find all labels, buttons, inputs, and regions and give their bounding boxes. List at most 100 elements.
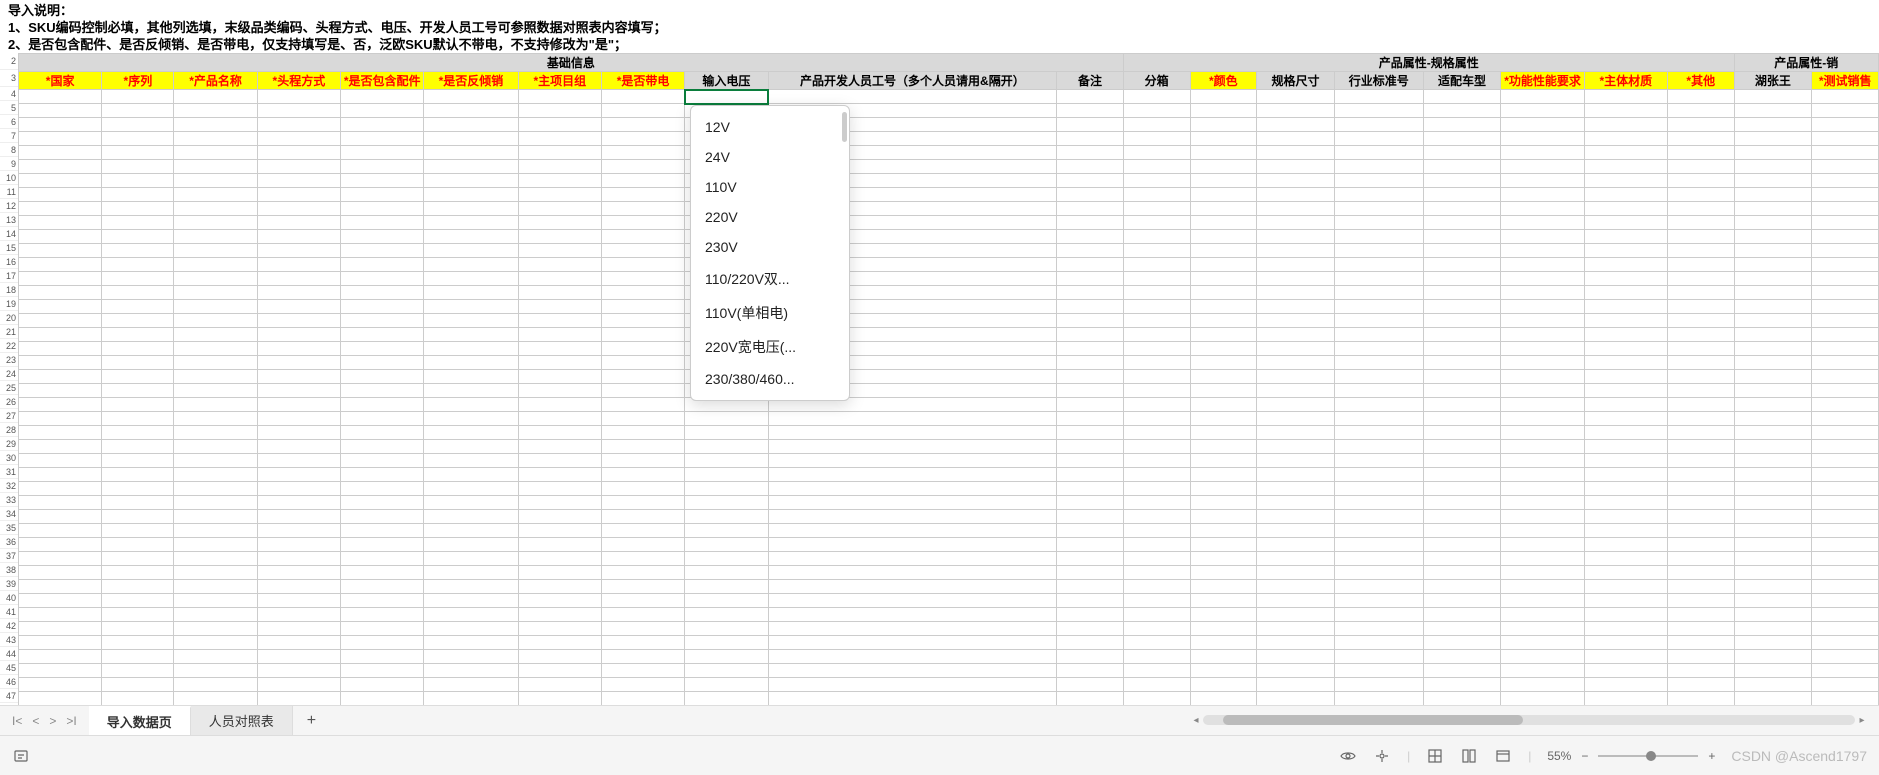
cell[interactable] — [1423, 104, 1501, 118]
cell[interactable] — [601, 342, 684, 356]
cell[interactable] — [1584, 258, 1667, 272]
cell[interactable] — [341, 524, 424, 538]
view-page-icon[interactable] — [1460, 747, 1478, 765]
cell[interactable] — [174, 650, 257, 664]
cell[interactable] — [1257, 552, 1335, 566]
cell[interactable] — [1734, 370, 1812, 384]
cell[interactable] — [1123, 440, 1190, 454]
cell[interactable] — [257, 440, 340, 454]
cell[interactable] — [1423, 566, 1501, 580]
cell[interactable] — [1257, 426, 1335, 440]
cell[interactable] — [601, 90, 684, 104]
cell[interactable] — [1584, 216, 1667, 230]
cell[interactable] — [518, 132, 601, 146]
cell[interactable] — [1423, 370, 1501, 384]
cell[interactable] — [518, 216, 601, 230]
cell[interactable] — [1123, 370, 1190, 384]
cell[interactable] — [341, 552, 424, 566]
cell[interactable] — [19, 552, 102, 566]
cell[interactable] — [424, 482, 518, 496]
cell[interactable] — [1190, 132, 1257, 146]
cell[interactable] — [601, 538, 684, 552]
cell[interactable] — [102, 510, 174, 524]
cell[interactable] — [19, 202, 102, 216]
cell[interactable] — [1123, 314, 1190, 328]
cell[interactable] — [1057, 524, 1124, 538]
cell[interactable] — [257, 90, 340, 104]
cell[interactable] — [1123, 216, 1190, 230]
cell[interactable] — [102, 244, 174, 258]
cell[interactable] — [1123, 118, 1190, 132]
cell[interactable] — [1734, 202, 1812, 216]
row-number[interactable]: 14 — [0, 227, 18, 241]
row-number[interactable]: 4 — [0, 87, 18, 101]
cell[interactable] — [1667, 454, 1734, 468]
column-header[interactable]: *功能性能要求 — [1501, 72, 1584, 90]
cell[interactable] — [174, 328, 257, 342]
cell[interactable] — [19, 286, 102, 300]
row-number[interactable]: 39 — [0, 577, 18, 591]
cell[interactable] — [1584, 286, 1667, 300]
cell[interactable] — [1257, 342, 1335, 356]
cell[interactable] — [1423, 650, 1501, 664]
cell[interactable] — [257, 510, 340, 524]
row-number[interactable]: 31 — [0, 465, 18, 479]
column-header[interactable]: *是否包含配件 — [341, 72, 424, 90]
cell[interactable] — [1501, 608, 1584, 622]
cell[interactable] — [1584, 622, 1667, 636]
row-number[interactable]: 5 — [0, 101, 18, 115]
cell[interactable] — [601, 524, 684, 538]
cell[interactable] — [102, 496, 174, 510]
cell[interactable] — [518, 230, 601, 244]
cell[interactable] — [1190, 244, 1257, 258]
cell[interactable] — [1057, 426, 1124, 440]
cell[interactable] — [518, 146, 601, 160]
cell[interactable] — [257, 608, 340, 622]
cell[interactable] — [1812, 202, 1879, 216]
cell[interactable] — [1190, 328, 1257, 342]
cell[interactable] — [341, 440, 424, 454]
cell[interactable] — [19, 118, 102, 132]
column-header[interactable]: 分箱 — [1123, 72, 1190, 90]
cell[interactable] — [1057, 468, 1124, 482]
cell[interactable] — [1423, 594, 1501, 608]
cell[interactable] — [1501, 230, 1584, 244]
cell[interactable] — [257, 566, 340, 580]
cell[interactable] — [1501, 510, 1584, 524]
cell[interactable] — [1334, 384, 1423, 398]
cell[interactable] — [1812, 496, 1879, 510]
cell[interactable] — [257, 622, 340, 636]
cell[interactable] — [685, 692, 768, 706]
cell[interactable] — [1334, 566, 1423, 580]
cell[interactable] — [424, 314, 518, 328]
cell[interactable] — [1057, 440, 1124, 454]
cell[interactable] — [257, 398, 340, 412]
cell[interactable] — [424, 300, 518, 314]
cell[interactable] — [685, 510, 768, 524]
cell[interactable] — [1584, 90, 1667, 104]
cell[interactable] — [1123, 258, 1190, 272]
cell[interactable] — [1501, 398, 1584, 412]
cell[interactable] — [102, 132, 174, 146]
cell[interactable] — [174, 132, 257, 146]
cell[interactable] — [768, 468, 1057, 482]
cell[interactable] — [341, 230, 424, 244]
cell[interactable] — [1257, 132, 1335, 146]
cell[interactable] — [601, 412, 684, 426]
cell[interactable] — [1667, 622, 1734, 636]
cell[interactable] — [341, 370, 424, 384]
cell[interactable] — [518, 412, 601, 426]
cell[interactable] — [1667, 202, 1734, 216]
cell[interactable] — [1667, 482, 1734, 496]
cell[interactable] — [1057, 482, 1124, 496]
cell[interactable] — [1190, 216, 1257, 230]
voltage-dropdown-list[interactable]: 12V24V110V220V230V110/220V双...110V(单相电)2… — [690, 105, 850, 401]
column-header[interactable]: *头程方式 — [257, 72, 340, 90]
cell[interactable] — [1734, 594, 1812, 608]
cell[interactable] — [768, 412, 1057, 426]
cell[interactable] — [257, 664, 340, 678]
cell[interactable] — [601, 244, 684, 258]
cell[interactable] — [601, 216, 684, 230]
cell[interactable] — [1257, 524, 1335, 538]
cell[interactable] — [341, 174, 424, 188]
